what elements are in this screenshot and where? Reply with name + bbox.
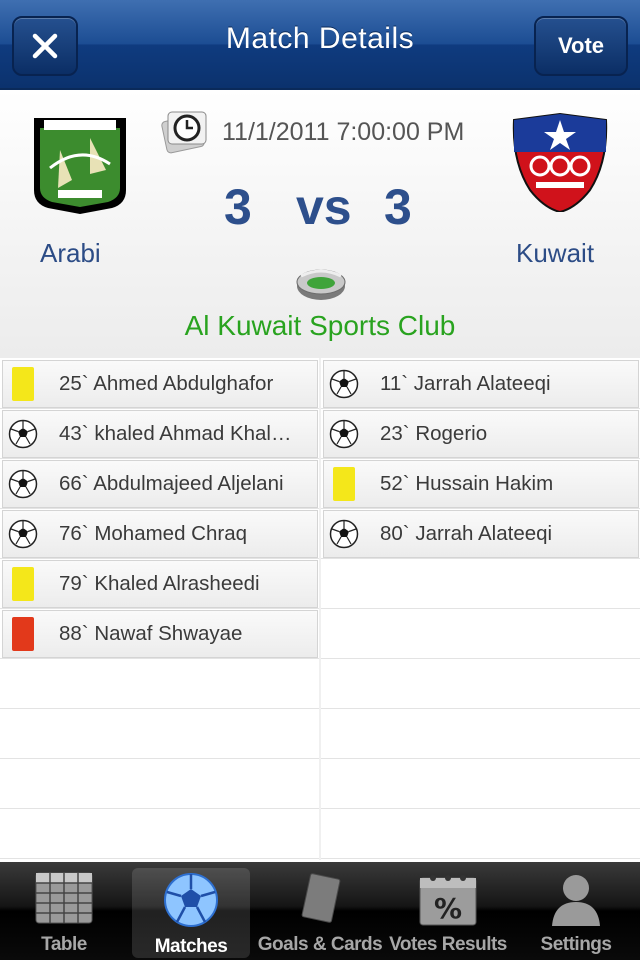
red-card-icon bbox=[12, 617, 34, 651]
event-text: 11` Jarrah Alateeqi bbox=[380, 372, 551, 395]
match-datetime: 11/1/2011 7:00:00 PM bbox=[222, 118, 465, 146]
home-event-row: 43` khaled Ahmad Khalefa bbox=[2, 410, 318, 458]
tab-label: Votes Results bbox=[389, 934, 507, 955]
percent-calendar-icon: % bbox=[419, 875, 477, 926]
tab-label: Matches bbox=[154, 936, 228, 957]
away-team-name: Kuwait bbox=[516, 238, 595, 268]
arabi-crest-logo bbox=[34, 118, 126, 214]
home-event-row: 76` Mohamed Chraq bbox=[2, 510, 318, 558]
tab-label: Settings bbox=[540, 934, 612, 955]
soccer-ball-icon bbox=[8, 469, 38, 499]
tab-bar: Table Matches Goals & Cards % Votes Resu… bbox=[0, 862, 640, 960]
soccer-ball-icon bbox=[8, 519, 38, 549]
match-events-list: 25` Ahmed Abdulghafor 43` khaled Ahmad K… bbox=[0, 358, 640, 860]
home-event-row: 79` Khaled Alrasheedi bbox=[2, 560, 318, 608]
away-event-row: 52` Hussain Hakim bbox=[323, 460, 639, 508]
match-header: Arabi 11/1/2011 7:00:00 PM 3 vs 3 Kuwait… bbox=[0, 90, 640, 359]
home-team-name: Arabi bbox=[40, 238, 101, 268]
away-event-row: 23` Rogerio bbox=[323, 410, 639, 458]
soccer-ball-icon bbox=[8, 419, 38, 449]
tab-goals-cards[interactable]: Goals & Cards bbox=[256, 862, 384, 960]
kuwait-crest-logo bbox=[512, 112, 608, 212]
tab-label: Table bbox=[41, 934, 87, 955]
event-text: 88` Nawaf Shwayae bbox=[59, 622, 243, 645]
event-text: 66` Abdulmajeed Aljelani bbox=[59, 472, 284, 495]
yellow-card-icon bbox=[12, 567, 34, 601]
event-text: 52` Hussain Hakim bbox=[380, 472, 554, 495]
away-score: 3 bbox=[384, 179, 412, 235]
vs-label: vs bbox=[296, 179, 352, 235]
stadium-icon bbox=[296, 269, 346, 300]
event-text: 76` Mohamed Chraq bbox=[59, 522, 248, 545]
tab-label: Goals & Cards bbox=[257, 934, 383, 955]
away-event-row: 80` Jarrah Alateeqi bbox=[323, 510, 639, 558]
navigation-bar: Match Details Vote bbox=[0, 0, 640, 90]
clock-icon bbox=[161, 111, 207, 154]
svg-text:%: % bbox=[434, 892, 462, 925]
home-event-row: 25` Ahmed Abdulghafor bbox=[2, 360, 318, 408]
tab-settings[interactable]: Settings bbox=[512, 862, 640, 960]
event-text: 79` Khaled Alrasheedi bbox=[59, 572, 260, 595]
tab-table[interactable]: Table bbox=[0, 862, 128, 960]
tab-votes-results[interactable]: % Votes Results bbox=[384, 862, 512, 960]
card-icon bbox=[301, 873, 341, 923]
home-event-row: 66` Abdulmajeed Aljelani bbox=[2, 460, 318, 508]
yellow-card-icon bbox=[12, 367, 34, 401]
person-icon bbox=[552, 875, 600, 926]
soccer-ball-icon bbox=[329, 419, 359, 449]
away-event-row: 11` Jarrah Alateeqi bbox=[323, 360, 639, 408]
soccer-ball-icon bbox=[329, 519, 359, 549]
event-text: 43` khaled Ahmad Khalefa bbox=[59, 422, 299, 445]
venue-name: Al Kuwait Sports Club bbox=[184, 310, 456, 341]
soccer-ball-icon bbox=[164, 873, 218, 927]
event-text: 23` Rogerio bbox=[380, 422, 488, 445]
vote-button[interactable]: Vote bbox=[534, 16, 628, 76]
home-event-row: 88` Nawaf Shwayae bbox=[2, 610, 318, 658]
home-score: 3 bbox=[224, 179, 252, 235]
tab-matches[interactable]: Matches bbox=[132, 868, 250, 958]
event-text: 80` Jarrah Alateeqi bbox=[380, 522, 553, 545]
soccer-ball-icon bbox=[329, 369, 359, 399]
yellow-card-icon bbox=[333, 467, 355, 501]
table-grid-icon bbox=[35, 872, 93, 924]
event-text: 25` Ahmed Abdulghafor bbox=[59, 372, 274, 395]
